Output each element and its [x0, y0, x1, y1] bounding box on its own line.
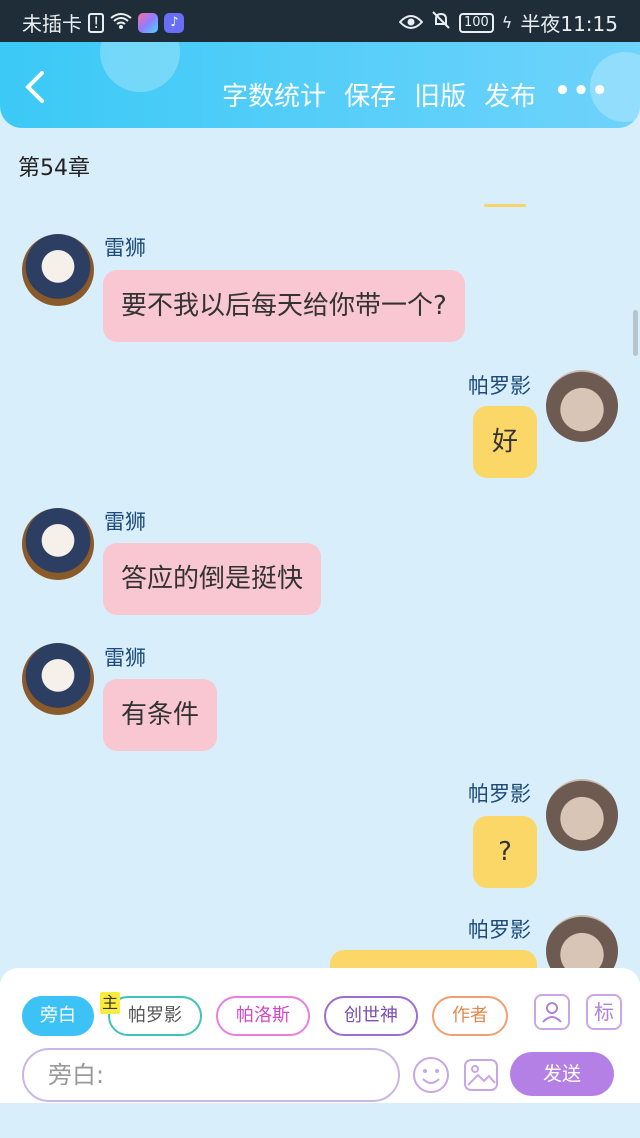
- app-icon: [138, 12, 159, 33]
- sender-name: 帕罗影: [468, 374, 531, 398]
- save-button[interactable]: 保存: [344, 76, 396, 113]
- eye-icon: [398, 11, 424, 35]
- tag-button[interactable]: 标: [586, 994, 622, 1030]
- old-version-button[interactable]: 旧版: [414, 76, 466, 113]
- battery-icon: 100: [458, 12, 494, 33]
- back-button[interactable]: [20, 70, 50, 104]
- word-count-button[interactable]: 字数统计: [222, 76, 326, 113]
- role-chip[interactable]: 作者: [432, 996, 508, 1036]
- partial-bubble: [484, 204, 526, 207]
- avatar[interactable]: [22, 643, 94, 715]
- avatar[interactable]: [22, 508, 94, 580]
- send-button[interactable]: 发送: [510, 1052, 614, 1096]
- status-bar: 未插卡 ! ♪ 100 ϟ 半夜11:15: [0, 0, 640, 42]
- avatar[interactable]: [546, 779, 618, 851]
- image-icon[interactable]: [462, 1056, 500, 1094]
- avatar[interactable]: [546, 370, 618, 442]
- carrier-text: 未插卡: [22, 12, 82, 36]
- message-bubble[interactable]: ?: [473, 816, 537, 888]
- role-narration-chip[interactable]: 旁白: [22, 996, 94, 1036]
- nav-bar-area: [0, 1103, 640, 1138]
- role-chip[interactable]: 帕罗影: [108, 996, 202, 1036]
- role-chip[interactable]: 创世神: [324, 996, 418, 1036]
- emoji-icon[interactable]: [412, 1056, 450, 1094]
- wifi-icon: [110, 11, 133, 35]
- sender-name: 雷狮: [104, 510, 146, 534]
- message-bubble[interactable]: 答应的倒是挺快: [103, 543, 322, 615]
- avatar[interactable]: [22, 234, 94, 306]
- charging-icon: ϟ: [501, 13, 513, 32]
- role-chip[interactable]: 帕洛斯: [216, 996, 310, 1036]
- main-role-tag: 主: [100, 992, 120, 1014]
- music-app-icon: ♪: [164, 12, 185, 33]
- message-bubble[interactable]: 要不我以后每天给你带一个?: [103, 270, 465, 342]
- chevron-left-icon: [25, 71, 44, 103]
- composer-panel: 旁白 帕罗影 主 帕洛斯 创世神 作者 标 旁白: 发送: [0, 968, 640, 1103]
- top-app-bar: 字数统计 保存 旧版 发布 •••: [0, 42, 640, 128]
- sender-name: 帕罗影: [468, 782, 531, 806]
- person-card-icon[interactable]: [534, 994, 570, 1030]
- chapter-title: 第54章: [18, 156, 90, 181]
- sender-name: 雷狮: [104, 236, 146, 260]
- sender-name: 雷狮: [104, 646, 146, 670]
- sim-alert-icon: !: [88, 12, 105, 33]
- message-input[interactable]: 旁白:: [22, 1048, 400, 1102]
- message-bubble[interactable]: 有条件: [103, 679, 218, 751]
- decor-bubble: [100, 42, 180, 92]
- sender-name: 帕罗影: [468, 918, 531, 942]
- more-menu-button[interactable]: •••: [554, 76, 610, 113]
- clock: 半夜11:15: [520, 12, 618, 36]
- publish-button[interactable]: 发布: [484, 76, 536, 113]
- message-bubble[interactable]: 好: [473, 406, 537, 478]
- scrollbar[interactable]: [633, 310, 638, 356]
- mute-bell-icon: [431, 10, 451, 35]
